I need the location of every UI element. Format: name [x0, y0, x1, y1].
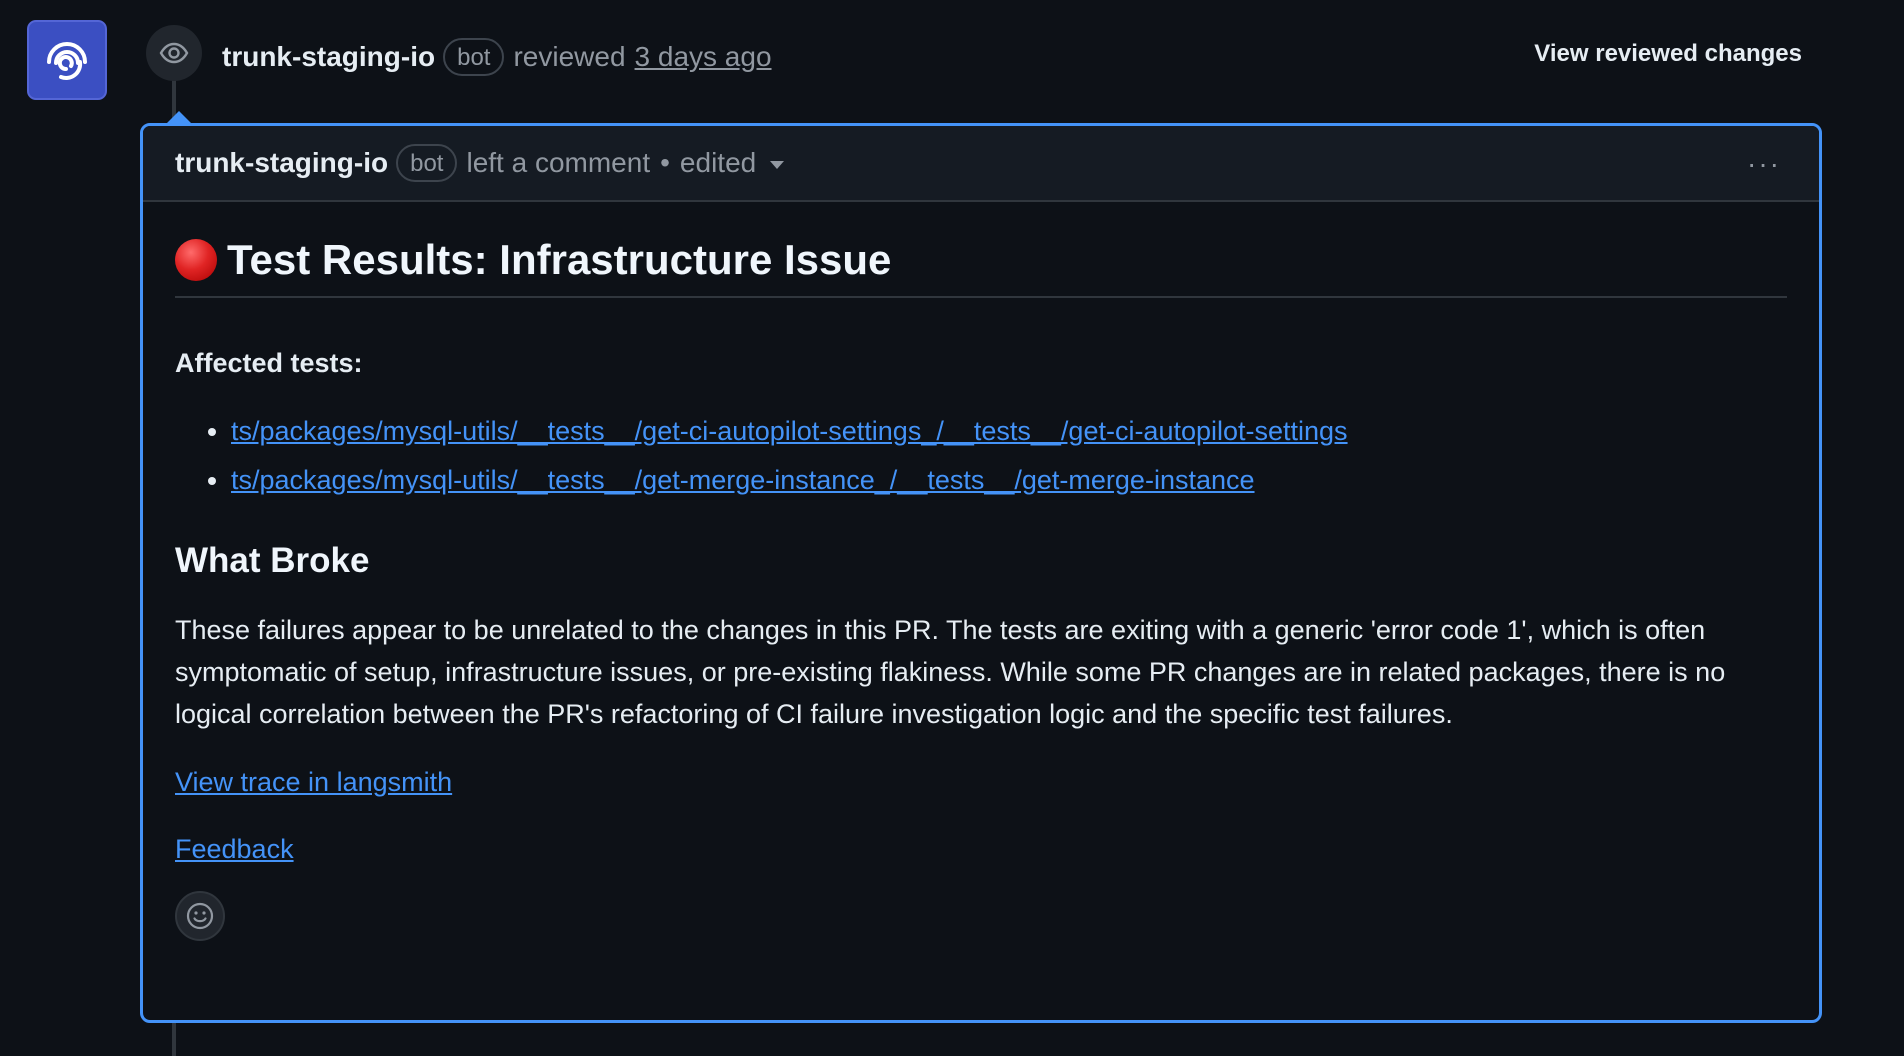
langsmith-trace-link[interactable]: View trace in langsmith: [175, 767, 452, 798]
avatar[interactable]: [27, 20, 107, 100]
test-link[interactable]: ts/packages/mysql-utils/__tests__/get-ci…: [231, 416, 1348, 446]
review-event-badge: [146, 25, 202, 81]
red-circle-icon: [175, 239, 217, 281]
review-header: trunk-staging-io bot reviewed 3 days ago: [222, 34, 772, 80]
list-item: ts/packages/mysql-utils/__tests__/get-ci…: [231, 407, 1787, 456]
section-heading: What Broke: [175, 541, 370, 580]
add-reaction-button[interactable]: [175, 891, 225, 941]
edited-dropdown[interactable]: edited: [679, 147, 785, 179]
review-time-link[interactable]: 3 days ago: [635, 41, 772, 73]
pr-timeline: trunk-staging-io bot reviewed 3 days ago…: [0, 0, 1904, 1056]
list-item: ts/packages/mysql-utils/__tests__/get-me…: [231, 456, 1787, 505]
review-author[interactable]: trunk-staging-io: [222, 41, 435, 73]
affected-tests-label: Affected tests:: [175, 348, 363, 378]
comment-heading: Test Results: Infrastructure Issue: [227, 236, 892, 283]
view-reviewed-changes-link[interactable]: View reviewed changes: [1534, 40, 1802, 68]
comment-paragraph: These failures appear to be unrelated to…: [175, 615, 1726, 729]
heading-row: Test Results: Infrastructure Issue: [175, 236, 1787, 298]
feedback-link[interactable]: Feedback: [175, 834, 294, 865]
test-link[interactable]: ts/packages/mysql-utils/__tests__/get-me…: [231, 465, 1255, 495]
comment-author[interactable]: trunk-staging-io: [175, 147, 388, 179]
comment-menu-button[interactable]: ···: [1747, 148, 1781, 180]
separator-dot: •: [660, 147, 670, 178]
comment-card: trunk-staging-io bot left a comment • ed…: [140, 123, 1822, 1023]
eye-icon: [159, 42, 189, 64]
chevron-down-icon: [770, 160, 785, 169]
smiley-icon: [186, 902, 214, 930]
bot-badge: bot: [443, 38, 505, 76]
comment-action: left a comment: [466, 147, 651, 178]
trunk-logo-icon: [47, 42, 87, 80]
review-action: reviewed: [513, 41, 626, 72]
affected-tests-list: ts/packages/mysql-utils/__tests__/get-ci…: [175, 407, 1787, 505]
comment-body: Test Results: Infrastructure Issue Affec…: [143, 236, 1819, 941]
comment-header: trunk-staging-io bot left a comment • ed…: [143, 126, 1819, 202]
bot-badge: bot: [396, 144, 458, 182]
edited-label: edited: [679, 147, 757, 178]
